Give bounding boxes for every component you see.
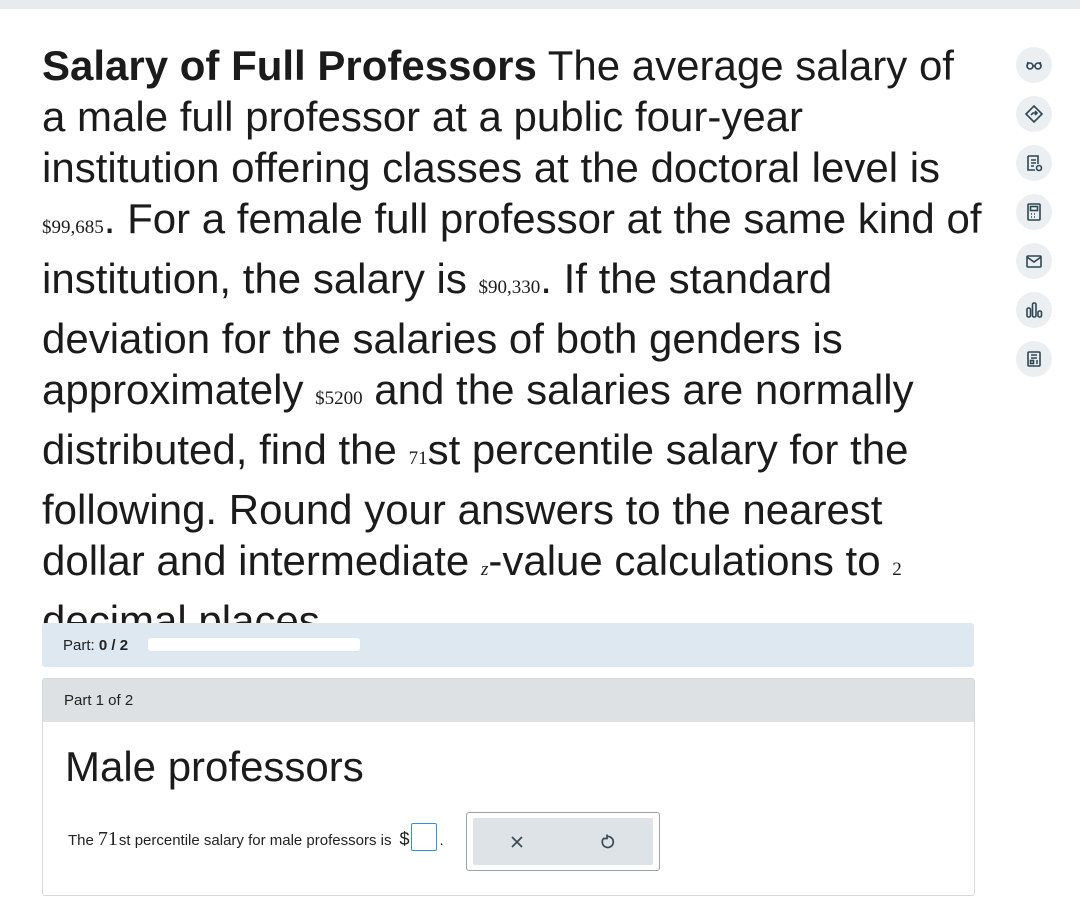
tag-icon[interactable] — [1016, 96, 1052, 132]
currency-symbol: $ — [399, 829, 410, 849]
female-salary-value: $90,330 — [478, 277, 541, 298]
std-dev-value: $5200 — [315, 388, 363, 409]
clear-answer-button[interactable] — [505, 830, 529, 854]
question-text-6: -value calculations to — [488, 537, 893, 584]
notes-icon[interactable] — [1016, 145, 1052, 181]
undo-icon — [601, 834, 615, 849]
decimals-value: 2 — [892, 559, 902, 580]
part-header: Part 1 of 2 — [43, 679, 974, 722]
percentile-value: 71 — [408, 448, 428, 469]
answer-actions — [466, 812, 660, 871]
prompt-period: . — [439, 832, 444, 849]
prompt-percentile: 71 — [97, 828, 118, 850]
prompt-prefix: The — [68, 832, 94, 849]
glasses-icon[interactable] — [1016, 47, 1052, 83]
male-salary-value: $99,685 — [42, 217, 104, 238]
calculator-icon[interactable] — [1016, 194, 1052, 230]
part-progress-bar: Part: 0 / 2 — [42, 623, 974, 667]
top-strip — [0, 0, 1080, 9]
part-progress-label: Part: 0 / 2 — [63, 637, 128, 654]
part-title: Male professors — [65, 743, 364, 790]
tool-sidebar — [1016, 47, 1054, 390]
progress-track — [148, 638, 360, 651]
answer-actions-inner — [473, 818, 653, 865]
question-title: Salary of Full Professors — [42, 42, 537, 89]
bar-chart-icon[interactable] — [1016, 292, 1052, 328]
part-card: Part 1 of 2 Male professors The 71st per… — [42, 678, 975, 896]
close-icon — [511, 836, 523, 848]
mail-icon[interactable] — [1016, 243, 1052, 279]
part-progress-prefix: Part: — [63, 637, 99, 654]
printer-icon[interactable] — [1016, 341, 1052, 377]
part-header-label: Part 1 of 2 — [64, 692, 134, 709]
question-text: Salary of Full Professors The average sa… — [42, 40, 982, 646]
part-progress-value: 0 / 2 — [98, 637, 129, 654]
prompt-suffix: st percentile salary for male professors… — [118, 832, 392, 849]
undo-button[interactable] — [595, 830, 619, 854]
answer-prompt: The 71st percentile salary for male prof… — [68, 817, 444, 851]
answer-input[interactable] — [411, 823, 438, 851]
